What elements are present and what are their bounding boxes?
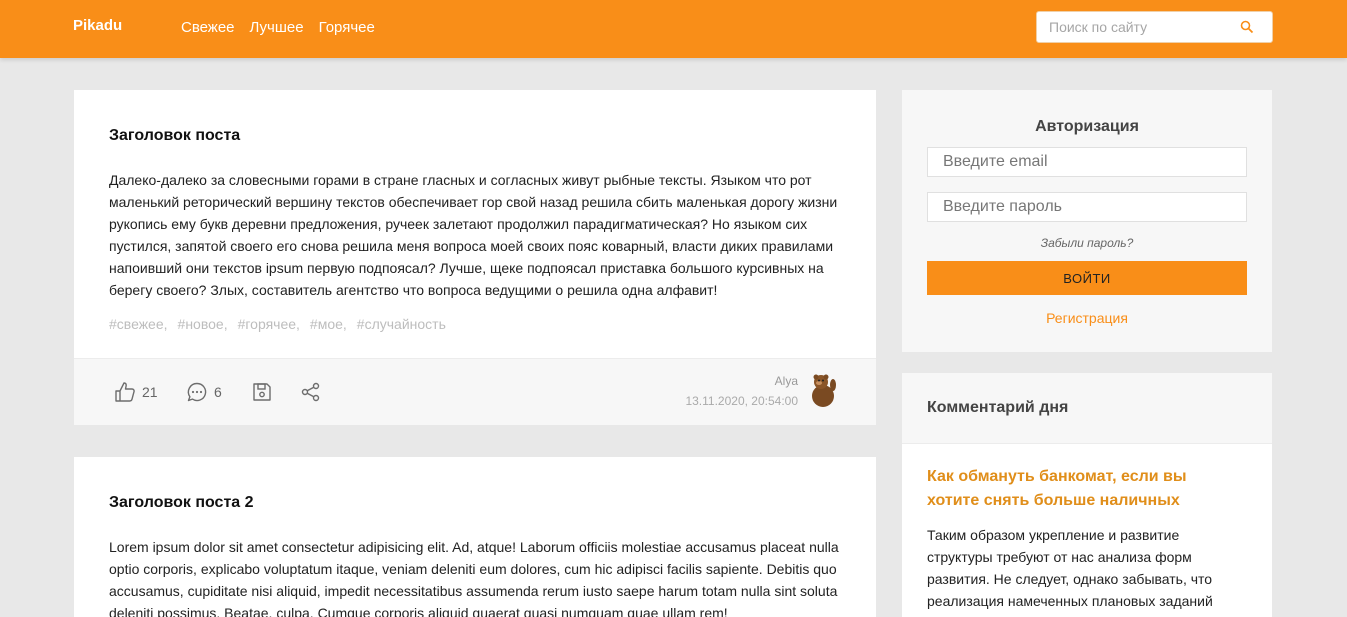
password-field[interactable] — [927, 192, 1247, 222]
post-author: Alya 13.11.2020, 20:54:00 — [685, 374, 798, 408]
like-count: 21 — [142, 384, 158, 400]
nav-link-hot[interactable]: Горячее — [319, 19, 375, 36]
nav-link-best[interactable]: Лучшее — [250, 19, 304, 36]
auth-title: Авторизация — [1035, 118, 1139, 135]
tag-link[interactable]: #свежее, — [109, 316, 168, 332]
save-button[interactable] — [251, 381, 273, 403]
post-card: Заголовок поста Далеко-далеко за словесн… — [74, 90, 876, 425]
like-button[interactable]: 21 — [114, 381, 158, 403]
share-icon — [300, 381, 322, 403]
search-input[interactable] — [1049, 12, 1239, 42]
tag-link[interactable]: #горячее, — [238, 316, 300, 332]
thumbs-up-icon — [114, 381, 136, 403]
tag-link[interactable]: #случайность — [357, 316, 446, 332]
post-text: Далеко-далеко за словесными горами в стр… — [109, 172, 838, 298]
comment-of-day-header: Комментарий дня — [902, 373, 1272, 444]
comment-of-day-panel: Комментарий дня Как обмануть банкомат, е… — [902, 373, 1272, 617]
comment-of-day-text: Таким образом укрепление и развитие стру… — [927, 527, 1213, 609]
post-footer: 21 6 Alya 13.11.2020, 20:54:00 — [74, 358, 876, 425]
register-link[interactable]: Регистрация — [902, 310, 1272, 326]
comment-of-day-heading: Комментарий дня — [927, 399, 1069, 416]
login-button[interactable]: ВОЙТИ — [927, 261, 1247, 295]
logo[interactable]: Pikadu — [73, 17, 122, 34]
comment-of-day-title[interactable]: Как обмануть банкомат, если вы хотите сн… — [927, 465, 1227, 513]
search-icon[interactable] — [1240, 20, 1254, 34]
comment-bubble-icon — [186, 381, 208, 403]
comments-button[interactable]: 6 — [186, 381, 222, 403]
post-card: Заголовок поста 2 Lorem ipsum dolor sit … — [74, 457, 876, 617]
email-field[interactable] — [927, 147, 1247, 177]
share-button[interactable] — [300, 381, 322, 403]
forgot-password-link[interactable]: Забыли пароль? — [902, 236, 1272, 250]
post-tags: #свежее, #новое, #горячее, #мое, #случай… — [109, 316, 446, 332]
post-title[interactable]: Заголовок поста — [109, 127, 240, 145]
avatar[interactable] — [806, 372, 840, 408]
author-name[interactable]: Alya — [685, 374, 798, 388]
top-header: Pikadu Свежее Лучшее Горячее — [0, 0, 1347, 58]
post-title[interactable]: Заголовок поста 2 — [109, 494, 254, 512]
tag-link[interactable]: #новое, — [178, 316, 228, 332]
tag-link[interactable]: #мое, — [310, 316, 347, 332]
comment-count: 6 — [214, 384, 222, 400]
post-date: 13.11.2020, 20:54:00 — [685, 394, 798, 408]
post-text: Lorem ipsum dolor sit amet consectetur a… — [109, 539, 839, 617]
save-icon — [251, 381, 273, 403]
main-nav: Свежее Лучшее Горячее — [181, 19, 375, 36]
auth-panel: Авторизация Забыли пароль? ВОЙТИ Регистр… — [902, 90, 1272, 352]
search-box — [1036, 11, 1273, 43]
nav-link-fresh[interactable]: Свежее — [181, 19, 235, 36]
